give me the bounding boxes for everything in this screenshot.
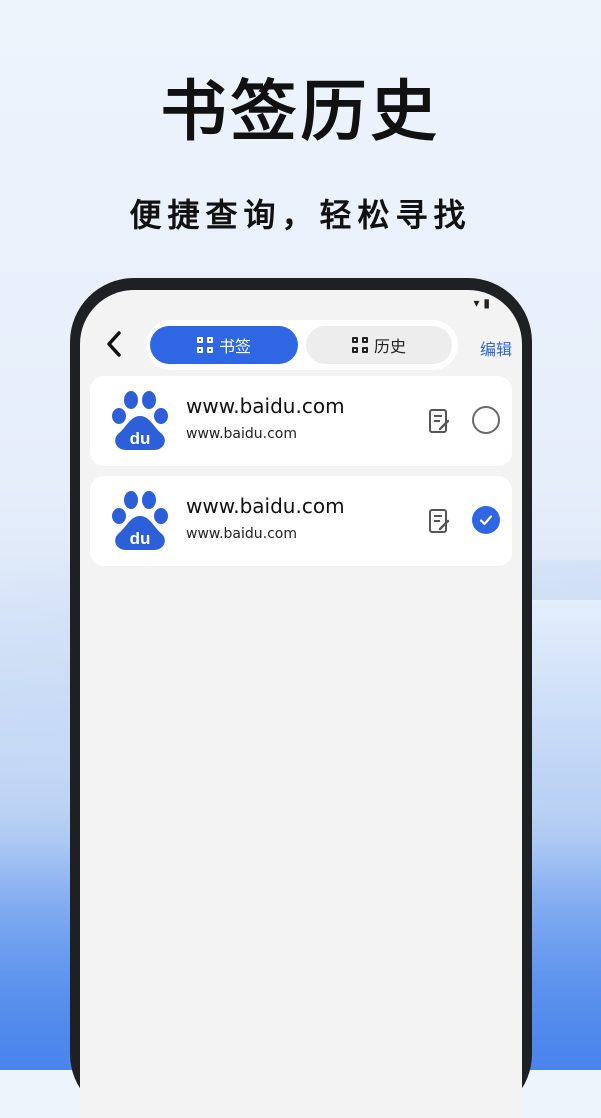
back-button[interactable] [98, 328, 130, 360]
bookmark-title: www.baidu.com [186, 394, 345, 418]
status-bar-icons: ▾ ▮ [473, 296, 490, 310]
list-item[interactable]: du www.baidu.com www.baidu.com [90, 476, 512, 566]
tab-bookmarks[interactable]: 书签 [150, 326, 298, 364]
bookmark-title: www.baidu.com [186, 494, 345, 518]
grid-icon [351, 337, 368, 353]
svg-text:du: du [130, 429, 151, 448]
phone-frame: ▾ ▮ 书签 历史 编辑 du www.baidu.com www.baidu.… [70, 278, 532, 1118]
phone-screen: ▾ ▮ 书签 历史 编辑 du www.baidu.com www.baidu.… [80, 290, 522, 1118]
tab-label: 书签 [218, 337, 251, 356]
top-nav: 书签 历史 编辑 [80, 318, 522, 374]
baidu-paw-logo-icon: du [112, 491, 168, 550]
hero-subtitle: 便捷查询，轻松寻找 [129, 196, 472, 234]
edit-note-icon[interactable] [428, 408, 450, 434]
hero-title: 书签历史 [160, 73, 441, 150]
chevron-left-icon [107, 331, 121, 357]
baidu-paw-logo-icon: du [112, 391, 168, 450]
grid-icon [196, 337, 213, 353]
bookmark-url: www.baidu.com [186, 526, 297, 542]
tab-label: 历史 [373, 337, 406, 356]
svg-text:du: du [130, 529, 151, 548]
select-radio-checked[interactable] [472, 506, 500, 534]
edit-button[interactable]: 编辑 [480, 336, 512, 360]
bookmark-list: du www.baidu.com www.baidu.com du www.ba… [90, 376, 512, 576]
select-radio[interactable] [472, 406, 500, 434]
checkmark-icon [479, 515, 493, 526]
segmented-control: 书签 历史 [146, 320, 458, 370]
edit-note-icon[interactable] [428, 508, 450, 534]
list-item[interactable]: du www.baidu.com www.baidu.com [90, 376, 512, 466]
tab-history[interactable]: 历史 [306, 326, 452, 364]
bookmark-url: www.baidu.com [186, 426, 297, 442]
